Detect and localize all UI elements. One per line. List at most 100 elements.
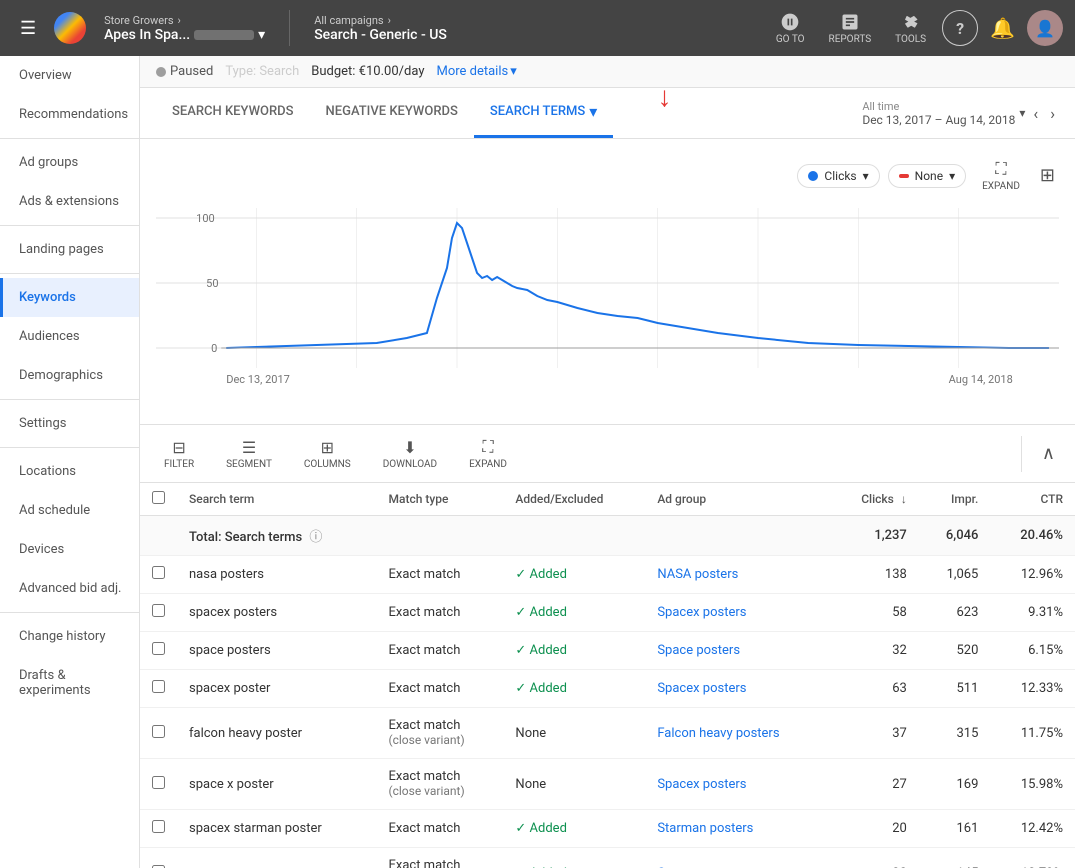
row-checkbox-cell[interactable] xyxy=(140,848,177,868)
row-checkbox-cell[interactable] xyxy=(140,708,177,759)
segment-button[interactable]: ☰ SEGMENT xyxy=(218,434,280,474)
row-checkbox[interactable] xyxy=(152,776,165,789)
expand-icon: ⛶ xyxy=(995,159,1006,179)
cell-ad-group[interactable]: Space posters xyxy=(645,632,830,670)
added-check: ✓ Added xyxy=(515,681,633,696)
cell-ad-group[interactable]: NASA posters xyxy=(645,556,830,594)
total-checkbox-cell xyxy=(140,516,177,556)
sidebar-item-ad-groups[interactable]: Ad groups xyxy=(0,143,139,182)
th-impr[interactable]: Impr. xyxy=(919,483,991,516)
sidebar-item-devices[interactable]: Devices xyxy=(0,530,139,569)
clicks-metric-pill[interactable]: Clicks ▾ xyxy=(797,164,879,188)
th-clicks[interactable]: Clicks ↓ xyxy=(831,483,919,516)
table-row: spacex posterExact match(close variant)✓… xyxy=(140,848,1075,868)
hamburger-icon[interactable]: ☰ xyxy=(12,10,44,47)
cell-search-term: spacex poster xyxy=(177,848,376,868)
ad-group-link[interactable]: Spacex posters xyxy=(657,605,746,620)
tab-negative-keywords[interactable]: NEGATIVE KEYWORDS xyxy=(310,90,474,136)
sidebar-item-keywords[interactable]: Keywords xyxy=(0,278,139,317)
download-button[interactable]: ⬇ DOWNLOAD xyxy=(375,434,445,474)
cell-clicks: 27 xyxy=(831,759,919,810)
help-button[interactable]: ? xyxy=(942,10,978,46)
sidebar-item-landing-pages[interactable]: Landing pages xyxy=(0,230,139,269)
status-type: Type: Search xyxy=(225,64,299,79)
row-checkbox-cell[interactable] xyxy=(140,759,177,810)
campaign-selector[interactable]: All campaigns › Search - Generic - US xyxy=(306,14,455,43)
sidebar-item-advanced-bid-adj-[interactable]: Advanced bid adj. xyxy=(0,569,139,608)
sidebar-item-settings[interactable]: Settings xyxy=(0,404,139,443)
ad-group-link[interactable]: Starman posters xyxy=(657,821,753,836)
cell-ad-group[interactable]: Spacex posters xyxy=(645,759,830,810)
cell-search-term: spacex poster xyxy=(177,670,376,708)
table-collapse-button[interactable]: ∧ xyxy=(1038,439,1059,468)
cell-ad-group[interactable]: Falcon heavy posters xyxy=(645,708,830,759)
columns-button[interactable]: ⊞ COLUMNS xyxy=(296,434,359,474)
user-avatar[interactable]: 👤 xyxy=(1027,10,1063,46)
goto-button[interactable]: GO TO xyxy=(768,8,813,49)
row-checkbox[interactable] xyxy=(152,642,165,655)
sidebar-divider xyxy=(0,399,139,400)
cell-ad-group[interactable]: Spacex posters xyxy=(645,594,830,632)
row-checkbox-cell[interactable] xyxy=(140,594,177,632)
sidebar-item-overview[interactable]: Overview xyxy=(0,56,139,95)
row-checkbox[interactable] xyxy=(152,680,165,693)
row-checkbox-cell[interactable] xyxy=(140,632,177,670)
tools-button[interactable]: TOOLS xyxy=(887,8,934,49)
total-impr: 6,046 xyxy=(919,516,991,556)
row-checkbox-cell[interactable] xyxy=(140,810,177,848)
cell-match-type: Exact match xyxy=(376,810,503,848)
sidebar-item-audiences[interactable]: Audiences xyxy=(0,317,139,356)
cell-ad-group[interactable]: Starman posters xyxy=(645,810,830,848)
prev-date-arrow[interactable]: ‹ xyxy=(1029,100,1042,127)
table-expand-button[interactable]: ⛶ EXPAND xyxy=(461,433,515,474)
ad-group-link[interactable]: Space posters xyxy=(657,643,740,658)
select-all-header[interactable] xyxy=(140,483,177,516)
cell-added-excluded: ✓ Added xyxy=(503,810,645,848)
next-date-arrow[interactable]: › xyxy=(1046,100,1059,127)
sidebar-item-ad-schedule[interactable]: Ad schedule xyxy=(0,491,139,530)
sidebar-item-change-history[interactable]: Change history xyxy=(0,617,139,656)
filter-button[interactable]: ⊟ FILTER xyxy=(156,434,202,474)
cell-ctr: 15.98% xyxy=(990,759,1075,810)
tab-search-terms[interactable]: SEARCH TERMS ▾ xyxy=(474,88,613,138)
cell-ad-group[interactable]: Spacex posters xyxy=(645,848,830,868)
added-check: ✓ Added xyxy=(515,605,633,620)
chart-expand-button[interactable]: ⛶ EXPAND xyxy=(974,155,1028,196)
sidebar-divider xyxy=(0,273,139,274)
row-checkbox[interactable] xyxy=(152,604,165,617)
ad-group-link[interactable]: NASA posters xyxy=(657,567,738,582)
sidebar-item-recommendations[interactable]: Recommendations xyxy=(0,95,139,134)
table-row: spacex starman posterExact match✓ AddedS… xyxy=(140,810,1075,848)
tab-search-keywords[interactable]: SEARCH KEYWORDS xyxy=(156,90,310,136)
row-checkbox[interactable] xyxy=(152,820,165,833)
row-checkbox-cell[interactable] xyxy=(140,556,177,594)
notifications-bell[interactable]: 🔔 xyxy=(986,12,1019,44)
ad-group-link[interactable]: Falcon heavy posters xyxy=(657,726,779,741)
th-added-excluded: Added/Excluded xyxy=(503,483,645,516)
ad-group-link[interactable]: Spacex posters xyxy=(657,777,746,792)
row-checkbox[interactable] xyxy=(152,725,165,738)
select-all-checkbox[interactable] xyxy=(152,491,165,504)
status-dot xyxy=(156,67,166,77)
account-selector[interactable]: Store Growers › Apes In Spa... ▾ xyxy=(96,14,273,43)
cell-ad-group[interactable]: Spacex posters xyxy=(645,670,830,708)
cell-impr: 145 xyxy=(919,848,991,868)
th-ctr[interactable]: CTR xyxy=(990,483,1075,516)
sidebar-item-ads---extensions[interactable]: Ads & extensions xyxy=(0,182,139,221)
sidebar-item-demographics[interactable]: Demographics xyxy=(0,356,139,395)
date-range-selector[interactable]: All time Dec 13, 2017 – Aug 14, 2018 ▾ ‹… xyxy=(862,100,1059,127)
cell-added-excluded: ✓ Added xyxy=(503,848,645,868)
sidebar-item-locations[interactable]: Locations xyxy=(0,452,139,491)
cell-added-excluded: ✓ Added xyxy=(503,632,645,670)
reports-button[interactable]: REPORTS xyxy=(821,8,880,49)
row-checkbox-cell[interactable] xyxy=(140,670,177,708)
sidebar-item-drafts---experiments[interactable]: Drafts & experiments xyxy=(0,656,139,710)
cell-clicks: 20 xyxy=(831,810,919,848)
row-checkbox[interactable] xyxy=(152,865,165,868)
table-row: falcon heavy posterExact match(close var… xyxy=(140,708,1075,759)
none-metric-pill[interactable]: None ▾ xyxy=(888,164,966,188)
row-checkbox[interactable] xyxy=(152,566,165,579)
more-details-button[interactable]: More details ▾ xyxy=(436,64,516,79)
chart-settings-button[interactable]: ⊞ xyxy=(1036,161,1059,190)
ad-group-link[interactable]: Spacex posters xyxy=(657,681,746,696)
